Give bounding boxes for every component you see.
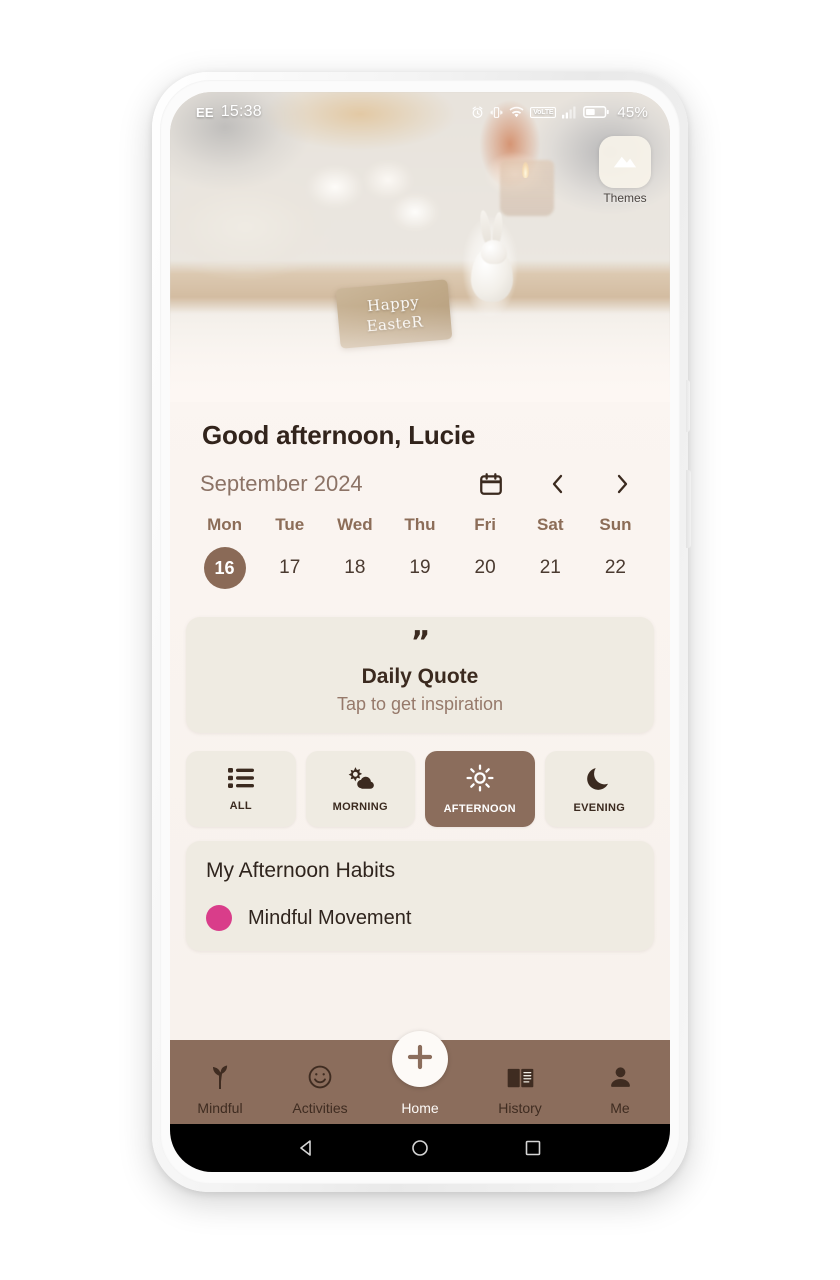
day-name-wed: Wed (337, 515, 373, 534)
chevron-right-icon[interactable] (612, 472, 632, 496)
day-name-sat: Sat (537, 515, 564, 534)
page-title: Good afternoon, Lucie (202, 420, 476, 450)
nav-label-mindful: Mindful (197, 1100, 243, 1116)
quote-mark-icon: ” (410, 625, 431, 660)
month-label[interactable]: September 2024 (200, 471, 363, 497)
daily-quote-subtitle: Tap to get inspiration (336, 694, 504, 714)
date-cell-17[interactable]: 17 (269, 547, 311, 589)
calendar-header: September 2024 (170, 453, 670, 503)
status-bar-left: EE 15:38 (196, 103, 262, 121)
nav-item-activities[interactable]: Activities (270, 1064, 370, 1116)
list-icon (227, 767, 254, 794)
tab-evening-label: EVENING (573, 801, 626, 814)
tab-morning-label: MORNING (332, 800, 388, 813)
sprout-icon (207, 1064, 233, 1095)
square-recents-icon[interactable] (523, 1138, 543, 1158)
sun-cloud-icon (345, 766, 375, 795)
day-name-fri: Fri (474, 515, 496, 534)
candle-flame (522, 162, 529, 178)
chevron-left-icon[interactable] (548, 472, 568, 496)
habits-section-title: My Afternoon Habits (206, 859, 396, 882)
week-dates: 16 17 18 19 20 21 22 (170, 547, 670, 593)
nav-label-me: Me (610, 1100, 630, 1116)
tab-morning[interactable]: MORNING (305, 751, 415, 827)
time-filter-tabs: ALL MORNING AFTERNOON EVENING (186, 751, 654, 827)
wifi-icon (509, 106, 524, 119)
add-button[interactable] (392, 1031, 448, 1087)
daily-quote-card[interactable]: ” Daily Quote Tap to get inspiration (186, 617, 654, 733)
habit-list-item[interactable]: Mindful Movement (206, 905, 634, 931)
hero-fade-overlay (170, 306, 670, 402)
habit-color-dot (206, 905, 232, 931)
nav-item-history[interactable]: History (470, 1066, 570, 1116)
signal-icon (562, 106, 577, 119)
carrier-label: EE (196, 104, 214, 120)
date-cell-21[interactable]: 21 (529, 547, 571, 589)
habits-card: My Afternoon Habits Mindful Movement (186, 841, 654, 951)
nav-item-mindful[interactable]: Mindful (170, 1064, 270, 1116)
person-icon (608, 1065, 633, 1095)
themes-button[interactable]: Themes (596, 136, 654, 205)
battery-percent-label: 45% (617, 103, 648, 121)
book-icon (507, 1066, 534, 1095)
date-cell-19[interactable]: 19 (399, 547, 441, 589)
nav-item-home[interactable]: Home (370, 1031, 470, 1116)
date-cell-16[interactable]: 16 (203, 547, 246, 589)
smiley-icon (307, 1064, 333, 1095)
nav-item-me[interactable]: Me (570, 1065, 670, 1116)
tab-afternoon-label: AFTERNOON (443, 802, 516, 815)
clock-label: 15:38 (220, 103, 262, 120)
day-name-thu: Thu (404, 515, 436, 534)
themes-tile[interactable] (599, 136, 651, 188)
tab-all[interactable]: ALL (186, 751, 296, 827)
volte-icon: VoLTE (530, 106, 557, 118)
bunny-figurine (467, 209, 515, 302)
tab-evening[interactable]: EVENING (544, 751, 654, 827)
tab-afternoon[interactable]: AFTERNOON (425, 751, 535, 827)
habit-name-label: Mindful Movement (248, 906, 412, 929)
calendar-controls (478, 471, 640, 497)
daily-quote-title: Daily Quote (361, 665, 479, 688)
moon-icon (586, 765, 612, 796)
battery-icon (583, 105, 610, 119)
day-name-tue: Tue (275, 515, 305, 534)
image-mountain-icon (612, 150, 638, 175)
day-name-sun: Sun (599, 515, 632, 534)
power-button[interactable] (686, 470, 691, 548)
date-cell-18[interactable]: 18 (334, 547, 376, 589)
nav-label-history: History (498, 1100, 542, 1116)
nav-label-activities: Activities (292, 1100, 348, 1116)
hero-banner[interactable]: Happy EasteR EE 15:38 (170, 92, 670, 402)
triangle-back-icon[interactable] (297, 1138, 317, 1158)
date-cell-22[interactable]: 22 (594, 547, 636, 589)
day-name-mon: Mon (207, 515, 243, 534)
circle-home-icon[interactable] (410, 1138, 430, 1158)
status-bar-right: VoLTE 45% (471, 104, 648, 121)
vibrate-icon (490, 106, 503, 119)
status-bar: EE 15:38 VoLTE 45% (170, 92, 670, 132)
calendar-icon[interactable] (478, 471, 504, 497)
sun-icon (466, 763, 494, 797)
volume-button[interactable] (686, 380, 690, 432)
week-day-names: Mon Tue Wed Thu Fri Sat Sun (170, 515, 670, 535)
tab-all-label: ALL (229, 799, 252, 812)
bottom-navigation-bar: Mindful Activities Home History Me (170, 1031, 670, 1124)
android-system-nav (170, 1124, 670, 1172)
phone-screen: Happy EasteR EE 15:38 (170, 92, 670, 1172)
plus-icon (405, 1042, 435, 1077)
alarm-icon (471, 105, 484, 119)
date-cell-20[interactable]: 20 (464, 547, 506, 589)
themes-label: Themes (603, 191, 647, 205)
nav-label-home: Home (401, 1100, 439, 1116)
